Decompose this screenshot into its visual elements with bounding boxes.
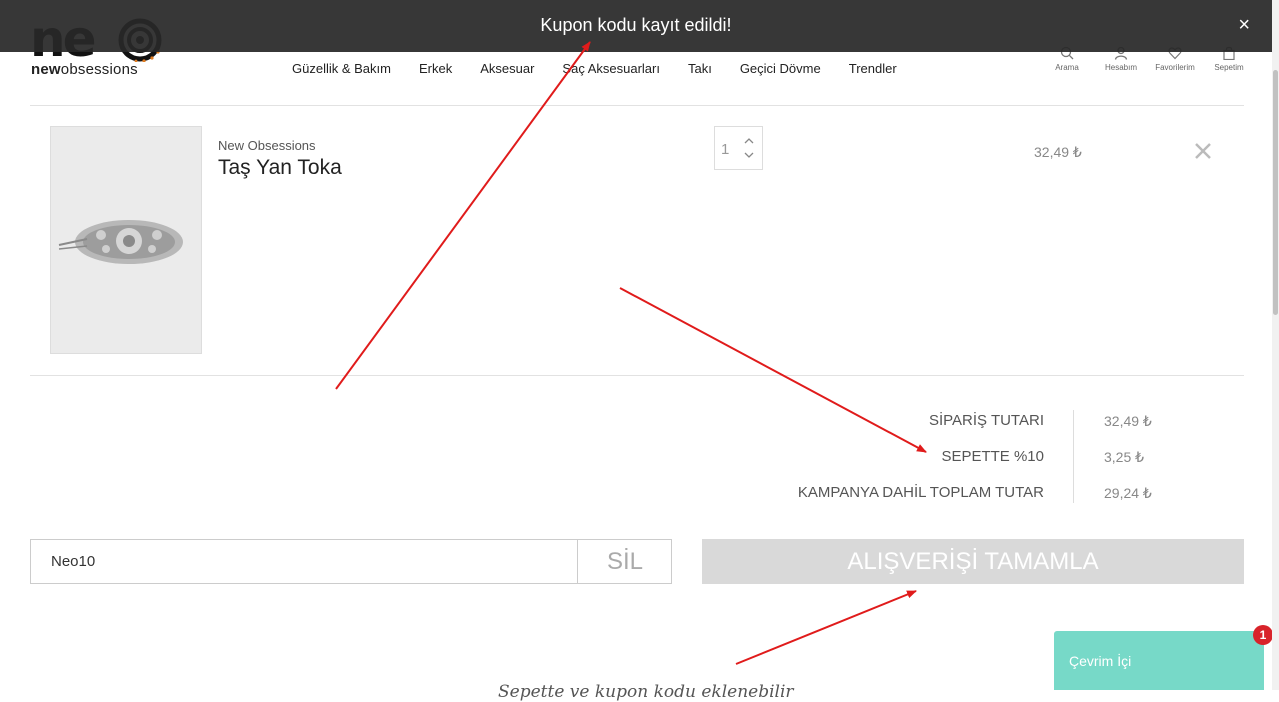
item-price: 32,49 ₺ — [1034, 144, 1082, 160]
coupon-input[interactable] — [31, 540, 577, 583]
nav-item-taki[interactable]: Takı — [688, 61, 712, 76]
chat-label: Çevrim İçi — [1069, 653, 1132, 669]
product-name[interactable]: Taş Yan Toka — [218, 156, 342, 180]
chat-badge: 1 — [1253, 625, 1273, 645]
quantity-stepper[interactable]: 1 — [714, 126, 763, 170]
arrow-to-toast — [335, 41, 591, 390]
summary-value-grand-total: 29,24 ₺ — [1104, 485, 1152, 501]
quantity-value[interactable]: 1 — [721, 141, 729, 158]
coupon-remove-button[interactable]: SİL — [577, 540, 672, 583]
scrollbar-thumb[interactable] — [1273, 70, 1278, 315]
divider — [30, 375, 1244, 376]
nav-item-guzellik[interactable]: Güzellik & Bakım — [292, 61, 391, 76]
logo-subtitle: newobsessions — [31, 61, 138, 78]
summary-label-order-total: SİPARİŞ TUTARI — [928, 412, 1044, 429]
nav-item-trendler[interactable]: Trendler — [849, 61, 897, 76]
toast-notification: Kupon kodu kayıt edildi! × — [0, 0, 1272, 52]
remove-item-icon[interactable] — [1194, 142, 1212, 160]
product-image[interactable] — [50, 126, 202, 354]
chevron-down-icon[interactable] — [743, 149, 755, 161]
toast-close-button[interactable]: × — [1238, 14, 1250, 37]
divider — [30, 105, 1244, 106]
search-label: Arama — [1055, 63, 1079, 72]
nav-item-sac-aksesuarlari[interactable]: Saç Aksesuarları — [562, 61, 660, 76]
account-label: Hesabım — [1104, 63, 1137, 72]
favorites-label: Favorilerim — [1155, 63, 1195, 72]
toast-message: Kupon kodu kayıt edildi! — [540, 15, 732, 35]
main-nav: Güzellik & Bakım Erkek Aksesuar Saç Akse… — [278, 61, 911, 76]
arrow-to-checkout — [735, 590, 917, 665]
annotation-text: Sepette ve kupon kodu eklenebilir — [498, 682, 794, 702]
cart-label: Sepetim — [1214, 63, 1244, 72]
arrow-to-discount — [619, 287, 927, 453]
summary-value-discount: 3,25 ₺ — [1104, 449, 1145, 465]
checkout-button[interactable]: ALIŞVERİŞİ TAMAMLA — [702, 539, 1244, 584]
summary-divider — [1073, 410, 1074, 503]
summary-value-order-total: 32,49 ₺ — [1104, 413, 1152, 429]
summary-label-discount: SEPETTE %10 — [941, 448, 1044, 465]
nav-item-gecici-dovme[interactable]: Geçici Dövme — [740, 61, 821, 76]
live-chat-button[interactable]: Çevrim İçi — [1054, 631, 1264, 690]
nav-item-aksesuar[interactable]: Aksesuar — [480, 61, 534, 76]
scrollbar[interactable] — [1272, 0, 1279, 690]
product-brand[interactable]: New Obsessions — [218, 138, 316, 153]
hair-clip-image — [51, 127, 201, 353]
coupon-box: SİL — [30, 539, 672, 584]
nav-item-erkek[interactable]: Erkek — [419, 61, 452, 76]
chevron-up-icon[interactable] — [743, 135, 755, 147]
summary-label-grand-total: KAMPANYA DAHİL TOPLAM TUTAR — [797, 484, 1044, 501]
